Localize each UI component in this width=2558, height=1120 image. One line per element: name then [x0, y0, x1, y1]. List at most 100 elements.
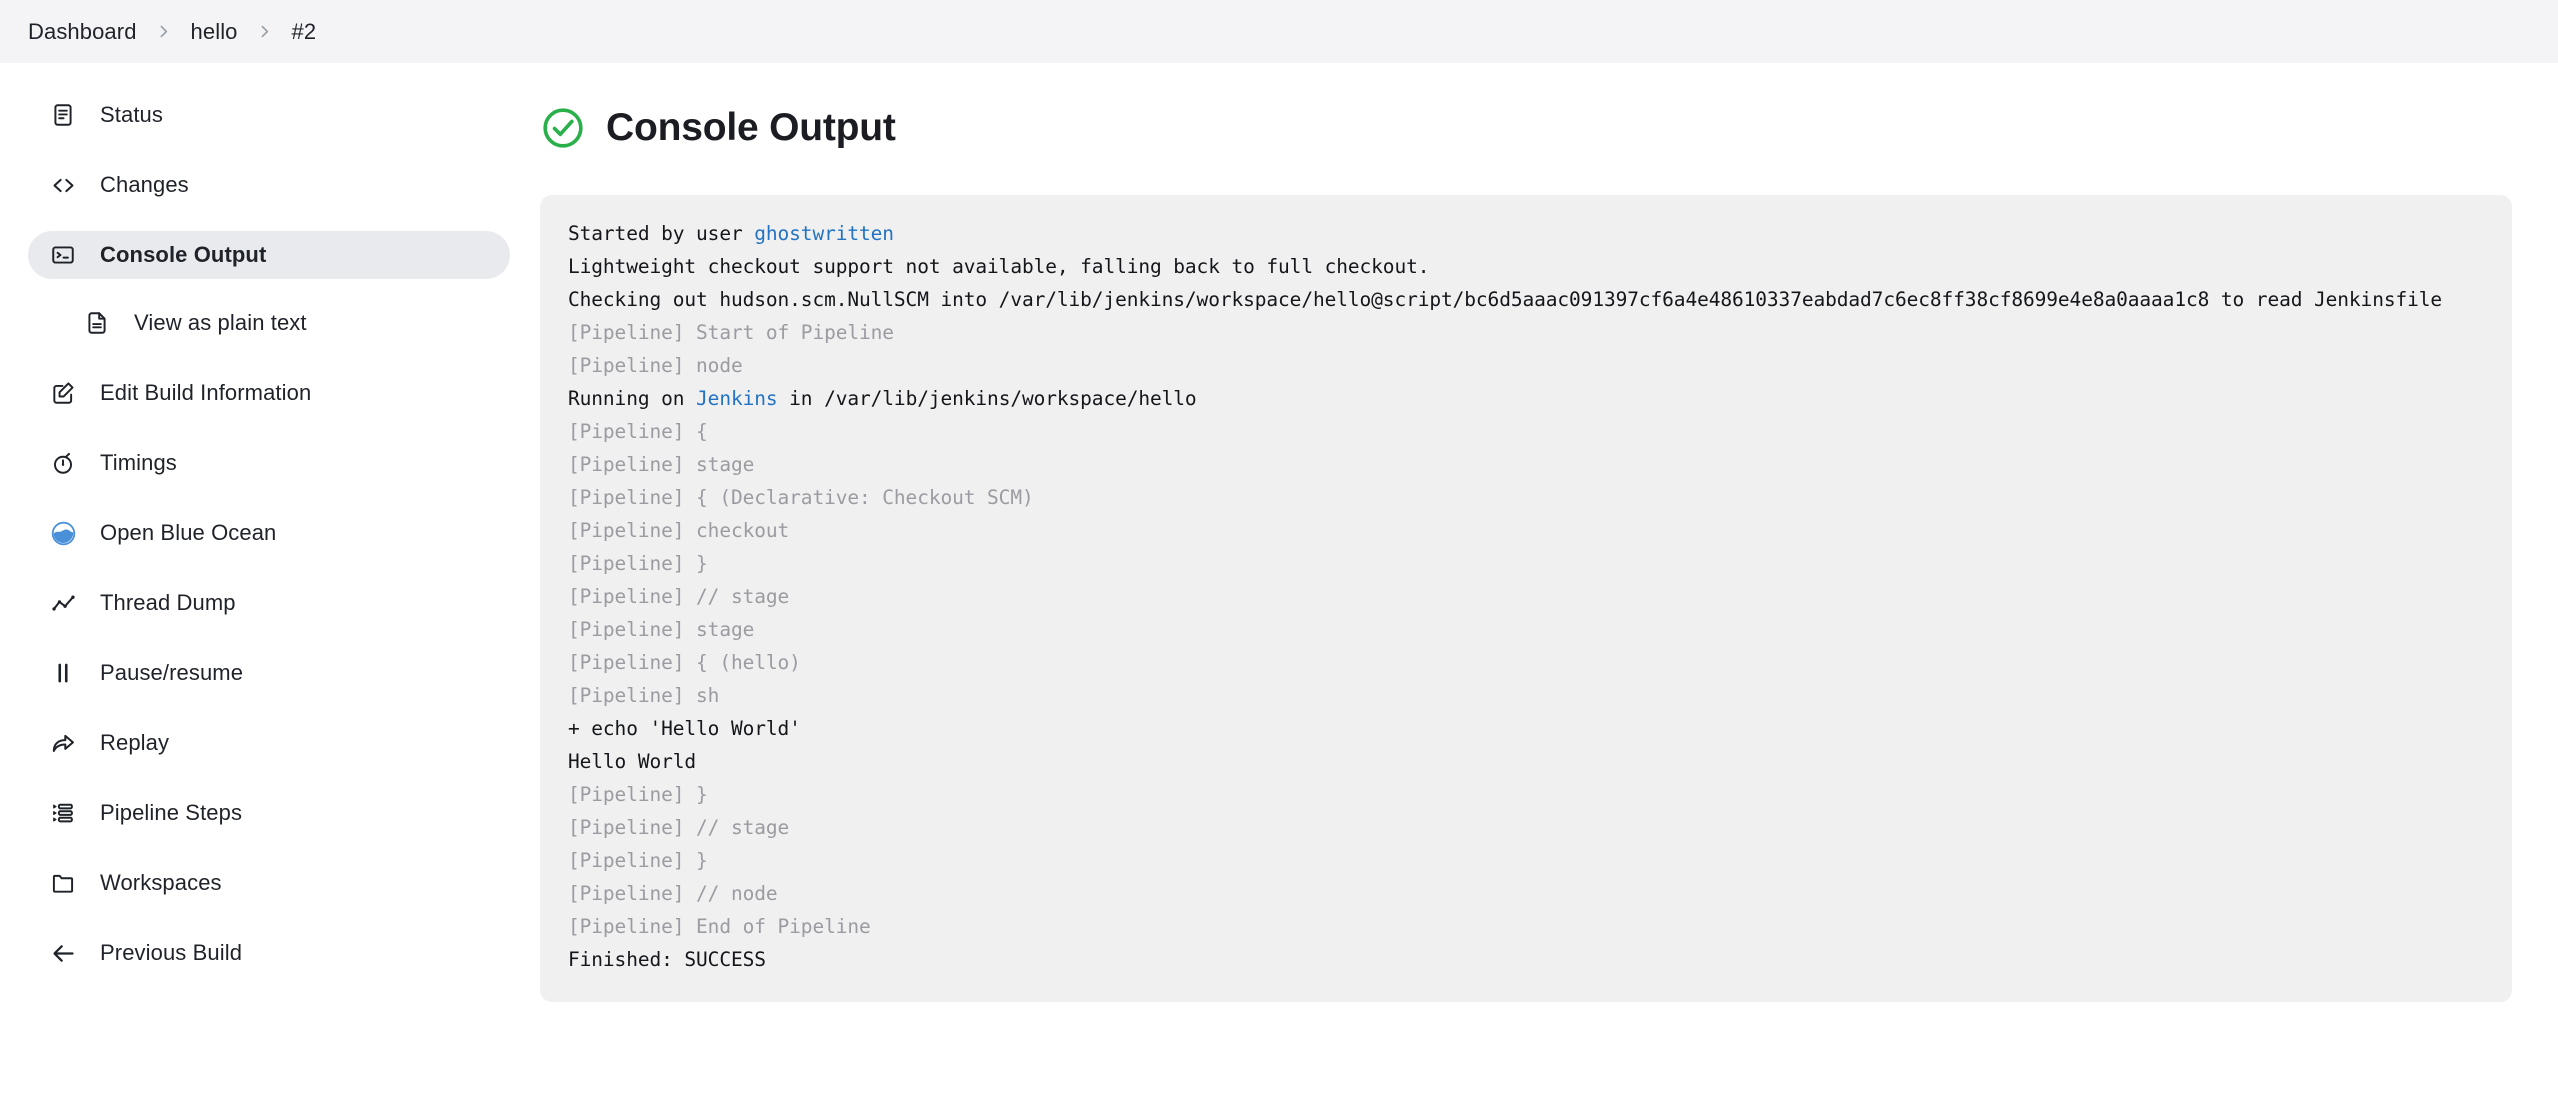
console-log-text: [Pipeline] End of Pipeline: [568, 915, 871, 938]
console-log-text: + echo 'Hello World': [568, 717, 801, 740]
console-log-text: [Pipeline] sh: [568, 684, 720, 707]
console-log-line: Lightweight checkout support not availab…: [568, 250, 2484, 283]
sidebar-item-pipeline-steps[interactable]: Pipeline Steps: [28, 789, 510, 837]
blue-ocean-icon: [48, 518, 78, 548]
code-icon: [48, 170, 78, 200]
sidebar: Status Changes Console Output View as plain…: [0, 63, 540, 977]
console-log-line: Started by user ghostwritten: [568, 217, 2484, 250]
console-log-line: [Pipeline] { (Declarative: Checkout SCM): [568, 481, 2484, 514]
console-log-text: [Pipeline] // stage: [568, 585, 790, 608]
console-log-line: [Pipeline] stage: [568, 613, 2484, 646]
sidebar-item-label: Replay: [100, 730, 170, 755]
sidebar-item-replay[interactable]: Replay: [28, 719, 510, 767]
sidebar-item-changes[interactable]: Changes: [28, 161, 510, 209]
console-log-line: Finished: SUCCESS: [568, 943, 2484, 976]
console-log-line: [Pipeline] node: [568, 349, 2484, 382]
console-log-line: [Pipeline] { (hello): [568, 646, 2484, 679]
sidebar-item-view-as-plain-text[interactable]: View as plain text: [62, 299, 510, 347]
console-log-text: [Pipeline] }: [568, 552, 708, 575]
console-log-text: Hello World: [568, 750, 697, 773]
sidebar-item-label: Changes: [100, 172, 189, 197]
sidebar-item-pause-resume[interactable]: Pause/resume: [28, 649, 510, 697]
console-log-line: [Pipeline] End of Pipeline: [568, 910, 2484, 943]
console-log-line: [Pipeline] // node: [568, 877, 2484, 910]
sidebar-item-thread-dump[interactable]: Thread Dump: [28, 579, 510, 627]
console-log-line: [Pipeline] checkout: [568, 514, 2484, 547]
console-log-line: [Pipeline] }: [568, 547, 2484, 580]
sidebar-item-label: Status: [100, 102, 163, 127]
sidebar-item-edit-build-information[interactable]: Edit Build Information: [28, 369, 510, 417]
pause-icon: [48, 658, 78, 688]
console-log-text: Finished: SUCCESS: [568, 948, 766, 971]
console-log-line: Checking out hudson.scm.NullSCM into /va…: [568, 283, 2484, 316]
console-log-line: [Pipeline] }: [568, 844, 2484, 877]
sidebar-item-label: Thread Dump: [100, 590, 236, 615]
console-log-text: [Pipeline] // node: [568, 882, 778, 905]
sidebar-item-console-output[interactable]: Console Output: [28, 231, 510, 279]
replay-arrow-icon: [48, 728, 78, 758]
edit-square-icon: [48, 378, 78, 408]
terminal-icon: [48, 240, 78, 270]
console-log-link[interactable]: ghostwritten: [754, 222, 894, 245]
plain-text-file-icon: [82, 308, 112, 338]
sidebar-item-label: Previous Build: [100, 940, 243, 965]
console-log-line: Hello World: [568, 745, 2484, 778]
page-title: Console Output: [606, 106, 896, 149]
console-log-text: [Pipeline] { (Declarative: Checkout SCM): [568, 486, 1034, 509]
console-log-text: [Pipeline] checkout: [568, 519, 790, 542]
console-log-text: [Pipeline] node: [568, 354, 743, 377]
main-content: Console Output Started by user ghostwrit…: [540, 63, 2558, 1002]
stopwatch-icon: [48, 448, 78, 478]
sidebar-item-label: Open Blue Ocean: [100, 520, 277, 545]
console-log-text: Running on: [568, 387, 697, 410]
breadcrumb-item-hello[interactable]: hello: [187, 17, 242, 47]
folder-icon: [48, 868, 78, 898]
console-log-link[interactable]: Jenkins: [696, 387, 778, 410]
sidebar-item-open-blue-ocean[interactable]: Open Blue Ocean: [28, 509, 510, 557]
breadcrumb: Dashboard hello #2: [0, 0, 2558, 63]
page-heading: Console Output: [540, 105, 2512, 151]
console-log-text: [Pipeline] Start of Pipeline: [568, 321, 894, 344]
console-log-text: [Pipeline] {: [568, 420, 708, 443]
sidebar-item-label: Edit Build Information: [100, 380, 312, 405]
console-log-text: in /var/lib/jenkins/workspace/hello: [777, 387, 1197, 410]
sidebar-item-workspaces[interactable]: Workspaces: [28, 859, 510, 907]
breadcrumb-item-2[interactable]: #2: [288, 17, 321, 47]
line-chart-icon: [48, 588, 78, 618]
console-output-log[interactable]: Started by user ghostwritten Lightweight …: [540, 195, 2512, 1002]
sidebar-item-label: Workspaces: [100, 870, 222, 895]
console-log-text: Started by user: [568, 222, 755, 245]
console-log-line: [Pipeline] stage: [568, 448, 2484, 481]
document-icon: [48, 100, 78, 130]
console-log-text: [Pipeline] stage: [568, 618, 755, 641]
console-log-line: [Pipeline] {: [568, 415, 2484, 448]
sidebar-item-label: Pipeline Steps: [100, 800, 243, 825]
console-log-text: [Pipeline] }: [568, 849, 708, 872]
sidebar-item-label: Pause/resume: [100, 660, 244, 685]
list-steps-icon: [48, 798, 78, 828]
console-log-line: Running on Jenkins in /var/lib/jenkins/w…: [568, 382, 2484, 415]
console-log-text: [Pipeline] { (hello): [568, 651, 801, 674]
sidebar-item-label: View as plain text: [134, 310, 307, 335]
sidebar-item-timings[interactable]: Timings: [28, 439, 510, 487]
console-log-line: [Pipeline] sh: [568, 679, 2484, 712]
console-log-line: [Pipeline] // stage: [568, 811, 2484, 844]
console-log-text: Checking out hudson.scm.NullSCM into /va…: [568, 288, 2443, 311]
console-log-line: [Pipeline] Start of Pipeline: [568, 316, 2484, 349]
sidebar-item-label: Console Output: [100, 242, 267, 267]
console-log-line: [Pipeline] }: [568, 778, 2484, 811]
console-log-line: + echo 'Hello World': [568, 712, 2484, 745]
console-log-text: [Pipeline] }: [568, 783, 708, 806]
console-log-text: [Pipeline] stage: [568, 453, 755, 476]
sidebar-item-label: Timings: [100, 450, 177, 475]
arrow-left-icon: [48, 938, 78, 968]
breadcrumb-item-dashboard[interactable]: Dashboard: [24, 17, 141, 47]
check-circle-icon: [540, 105, 586, 151]
sidebar-item-previous-build[interactable]: Previous Build: [28, 929, 510, 977]
sidebar-item-status[interactable]: Status: [28, 91, 510, 139]
console-log-text: [Pipeline] // stage: [568, 816, 790, 839]
console-log-line: [Pipeline] // stage: [568, 580, 2484, 613]
console-log-text: Lightweight checkout support not availab…: [568, 255, 1430, 278]
chevron-right-icon: [141, 23, 187, 40]
chevron-right-icon: [242, 23, 288, 40]
